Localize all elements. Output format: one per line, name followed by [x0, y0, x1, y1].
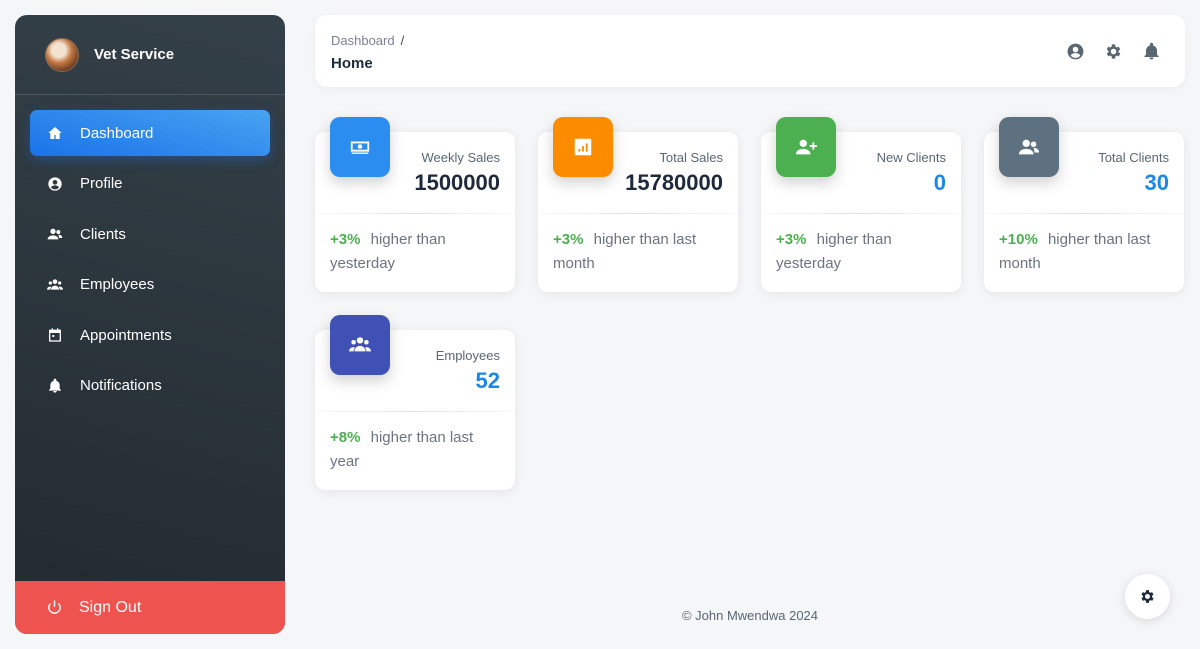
sidebar-item-profile[interactable]: Profile	[30, 161, 270, 207]
card-icon-box	[553, 117, 613, 177]
sidebar-item-notifications[interactable]: Notifications	[30, 363, 270, 409]
card-divider	[315, 213, 515, 214]
account-icon[interactable]	[1065, 41, 1085, 61]
top-navbar: Dashboard / Home	[315, 15, 1185, 87]
settings-fab-button[interactable]	[1125, 574, 1170, 619]
card-footer: +8% higher than last year	[330, 426, 505, 474]
brand-name: Vet Service	[94, 46, 175, 63]
stat-card-total-clients: Total Clients 30 +10% higher than last m…	[984, 117, 1184, 292]
card-percent: +3%	[330, 231, 361, 248]
bell-icon	[46, 377, 64, 395]
chart-icon	[574, 138, 592, 156]
card-value: 0	[933, 170, 946, 195]
card-value: 15780000	[625, 170, 723, 195]
user-circle-icon	[46, 175, 64, 193]
card-percent: +8%	[330, 429, 361, 446]
stat-card-weekly-sales: Weekly Sales 1500000 +3% higher than yes…	[315, 117, 515, 292]
brand-logo	[45, 37, 79, 72]
home-icon	[46, 124, 64, 142]
card-value: 30	[1144, 170, 1169, 195]
users-icon	[46, 225, 64, 243]
card-icon-box	[330, 117, 390, 177]
card-divider	[538, 213, 738, 214]
sidebar-item-label: Dashboard	[80, 124, 154, 142]
card-divider	[984, 213, 1184, 214]
group-icon	[349, 337, 371, 352]
card-percent: +10%	[999, 231, 1038, 248]
sidebar-item-clients[interactable]: Clients	[30, 211, 270, 257]
stat-card-new-clients: New Clients 0 +3% higher than yesterday	[761, 117, 961, 292]
stat-card-employees: Employees 52 +8% higher than last year	[315, 315, 515, 490]
top-icons	[1065, 41, 1161, 61]
page-title: Home	[331, 55, 373, 72]
card-percent: +3%	[776, 231, 807, 248]
breadcrumb: Dashboard /	[331, 33, 404, 48]
sign-out-button[interactable]: Sign Out	[15, 581, 285, 634]
sidebar-item-appointments[interactable]: Appointments	[30, 312, 270, 358]
sidebar-item-label: Employees	[80, 276, 155, 294]
breadcrumb-separator: /	[400, 33, 405, 48]
sidebar: Vet Service Dashboard Profile Clients Em…	[15, 15, 285, 634]
card-value: 1500000	[414, 170, 500, 195]
breadcrumb-link[interactable]: Dashboard	[331, 33, 395, 48]
sidebar-item-employees[interactable]: Employees	[30, 262, 270, 308]
card-footer: +3% higher than yesterday	[776, 228, 951, 276]
card-icon-box	[776, 117, 836, 177]
money-icon	[350, 141, 370, 154]
group-icon	[46, 276, 64, 294]
card-icon-box	[999, 117, 1059, 177]
card-divider	[315, 411, 515, 412]
card-footer: +3% higher than last month	[553, 228, 728, 276]
users-icon	[1018, 139, 1040, 155]
calendar-icon	[46, 326, 64, 344]
card-percent: +3%	[553, 231, 584, 248]
sidebar-item-dashboard[interactable]: Dashboard	[30, 110, 270, 156]
power-icon	[48, 600, 61, 614]
footer-copyright: © John Mwendwa 2024	[681, 608, 819, 623]
card-value: 52	[475, 368, 500, 393]
sidebar-item-label: Profile	[80, 175, 123, 193]
settings-icon	[1141, 590, 1154, 603]
card-label: Employees	[435, 348, 500, 363]
settings-icon[interactable]	[1103, 41, 1123, 61]
sidebar-item-label: Clients	[80, 225, 126, 243]
sidebar-item-label: Notifications	[80, 377, 162, 395]
sidebar-nav: Dashboard Profile Clients Employees Appo…	[15, 95, 285, 409]
card-label: Weekly Sales	[421, 150, 500, 165]
card-divider	[761, 213, 961, 214]
notifications-icon[interactable]	[1141, 41, 1161, 61]
sign-out-label: Sign Out	[79, 598, 142, 616]
card-label: New Clients	[876, 150, 946, 165]
brand[interactable]: Vet Service	[15, 15, 285, 95]
add-user-icon	[795, 139, 817, 155]
card-label: Total Sales	[659, 150, 723, 165]
stat-card-total-sales: Total Sales 15780000 +3% higher than las…	[538, 117, 738, 292]
sidebar-item-label: Appointments	[80, 326, 172, 344]
card-label: Total Clients	[1098, 150, 1169, 165]
card-icon-box	[330, 315, 390, 375]
card-footer: +10% higher than last month	[999, 228, 1174, 276]
card-footer: +3% higher than yesterday	[330, 228, 505, 276]
